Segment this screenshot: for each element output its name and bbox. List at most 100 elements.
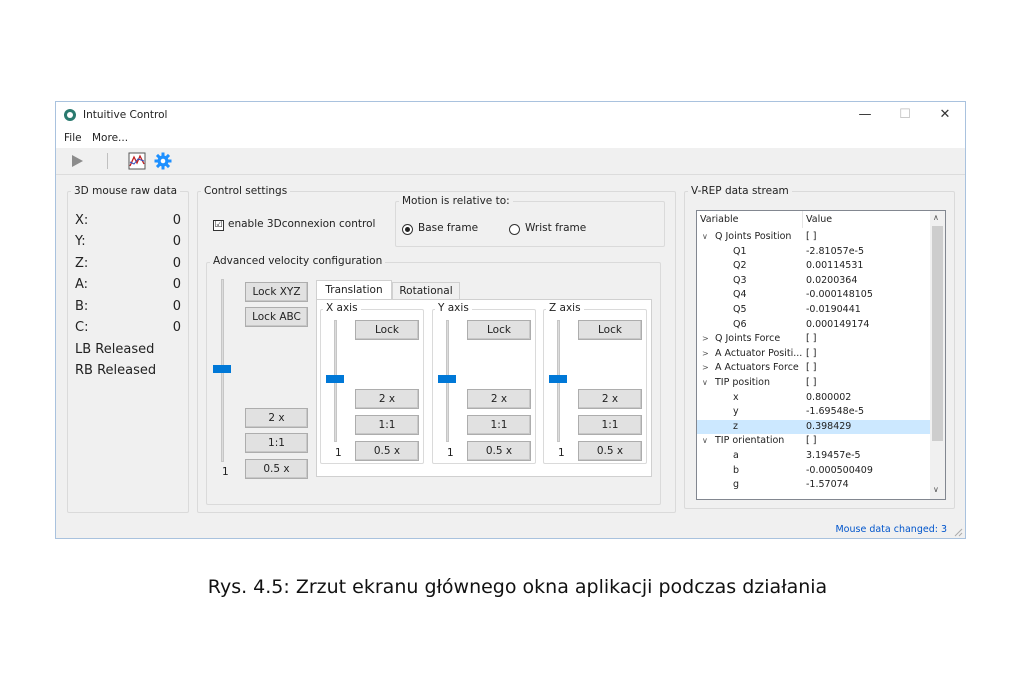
chevron-down-icon[interactable]: ∨ xyxy=(702,230,708,245)
main-2x-button[interactable]: 2 x xyxy=(245,408,308,428)
tree-row[interactable]: a 3.19457e-5 xyxy=(697,449,930,464)
tree-row[interactable]: g -1.57074 xyxy=(697,478,930,493)
chevron-right-icon[interactable]: > xyxy=(702,332,709,347)
chart-icon[interactable] xyxy=(128,152,146,170)
tab-rotational[interactable]: Rotational xyxy=(392,282,460,300)
tree-value: -1.57074 xyxy=(806,479,849,491)
main-velocity-slider-handle[interactable] xyxy=(213,365,231,373)
control-settings-title: Control settings xyxy=(201,185,291,197)
tree-row[interactable]: > A Actuators Force [ ] xyxy=(697,361,930,376)
z-axis-slider-label: 1 xyxy=(558,447,565,459)
tree-value: -0.000148105 xyxy=(806,289,873,301)
lock-abc-button[interactable]: Lock ABC xyxy=(245,307,308,327)
menu-more[interactable]: More... xyxy=(92,132,128,144)
main-1to1-button[interactable]: 1:1 xyxy=(245,433,308,453)
tree-scrollbar[interactable]: ∧ ∨ xyxy=(930,211,945,499)
menu-file[interactable]: File xyxy=(64,132,82,144)
scroll-down-icon[interactable]: ∨ xyxy=(933,485,939,494)
tree-row[interactable]: Q6 0.000149174 xyxy=(697,318,930,333)
raw-value: 0 xyxy=(172,299,181,314)
y-axis-slider-handle[interactable] xyxy=(438,375,456,383)
main-05x-button[interactable]: 0.5 x xyxy=(245,459,308,479)
tree-value: 0.0200364 xyxy=(806,274,858,286)
chevron-down-icon[interactable]: ∨ xyxy=(702,434,708,449)
tree-variable: Q1 xyxy=(733,245,747,257)
scroll-up-icon[interactable]: ∧ xyxy=(933,213,939,222)
tree-value: -0.000500409 xyxy=(806,464,873,476)
raw-row-z: Z: 0 xyxy=(75,256,181,271)
play-icon[interactable] xyxy=(70,153,84,169)
tree-row[interactable]: y -1.69548e-5 xyxy=(697,405,930,420)
app-logo-icon xyxy=(64,109,76,121)
z-axis-2x-button[interactable]: 2 x xyxy=(578,389,642,409)
tree-value: [ ] xyxy=(806,333,817,345)
maximize-button[interactable]: ☐ xyxy=(890,106,920,124)
tree-variable: TIP position xyxy=(715,377,770,388)
tree-row[interactable]: Q3 0.0200364 xyxy=(697,274,930,289)
column-header-variable[interactable]: Variable xyxy=(700,213,738,228)
toolbar-separator xyxy=(107,153,108,169)
chevron-right-icon[interactable]: > xyxy=(702,361,709,376)
raw-label: Y: xyxy=(75,234,86,249)
z-axis-lock-button[interactable]: Lock xyxy=(578,320,642,340)
close-button[interactable]: ✕ xyxy=(930,106,960,124)
enable-control-checkbox[interactable]: ☑ xyxy=(213,220,224,231)
base-frame-label: Base frame xyxy=(418,222,479,234)
advanced-velocity-title: Advanced velocity configuration xyxy=(210,255,386,267)
x-axis-05x-button[interactable]: 0.5 x xyxy=(355,441,419,461)
tree-variable: b xyxy=(733,464,740,476)
tree-variable: Q Joints Position xyxy=(715,231,792,242)
y-axis-2x-button[interactable]: 2 x xyxy=(467,389,531,409)
y-axis-05x-button[interactable]: 0.5 x xyxy=(467,441,531,461)
tree-row[interactable]: x 0.800002 xyxy=(697,391,930,406)
tree-variable: A Actuators Force xyxy=(715,362,799,374)
raw-data-title: 3D mouse raw data xyxy=(71,185,181,197)
y-axis-1to1-button[interactable]: 1:1 xyxy=(467,415,531,435)
minimize-button[interactable]: — xyxy=(850,106,880,124)
raw-row-y: Y: 0 xyxy=(75,234,181,249)
tree-row[interactable]: ∨ TIP orientation [ ] xyxy=(697,434,930,449)
tree-row[interactable]: Q4 -0.000148105 xyxy=(697,288,930,303)
z-axis-1to1-button[interactable]: 1:1 xyxy=(578,415,642,435)
tree-row[interactable]: > Q Joints Force [ ] xyxy=(697,332,930,347)
z-axis-slider-handle[interactable] xyxy=(549,375,567,383)
tree-row[interactable]: Q2 0.00114531 xyxy=(697,259,930,274)
application-window: Intuitive Control — ☐ ✕ File More... 3D … xyxy=(55,101,966,539)
title-bar[interactable]: Intuitive Control — ☐ ✕ xyxy=(56,102,965,128)
lock-xyz-button[interactable]: Lock XYZ xyxy=(245,282,308,302)
chevron-right-icon[interactable]: > xyxy=(702,347,709,362)
z-axis-title: Z axis xyxy=(546,302,584,314)
x-axis-2x-button[interactable]: 2 x xyxy=(355,389,419,409)
resize-grip-icon[interactable] xyxy=(953,527,963,537)
tree-row[interactable]: ∨ Q Joints Position [ ] xyxy=(697,230,930,245)
lb-status: LB Released xyxy=(75,342,155,357)
wrist-frame-radio[interactable] xyxy=(509,224,520,235)
tree-row[interactable]: ∨ TIP position [ ] xyxy=(697,376,930,391)
scroll-thumb[interactable] xyxy=(932,226,943,441)
column-divider xyxy=(802,211,803,228)
figure-caption: Rys. 4.5: Zrzut ekranu głównego okna apl… xyxy=(207,576,828,598)
tree-row[interactable]: Q5 -0.0190441 xyxy=(697,303,930,318)
tree-row[interactable]: z 0.398429 xyxy=(697,419,930,435)
z-axis-05x-button[interactable]: 0.5 x xyxy=(578,441,642,461)
raw-row-c: C: 0 xyxy=(75,320,181,335)
x-axis-slider-handle[interactable] xyxy=(326,375,344,383)
raw-row-b: B: 0 xyxy=(75,299,181,314)
chevron-down-icon[interactable]: ∨ xyxy=(702,376,708,391)
x-axis-lock-button[interactable]: Lock xyxy=(355,320,419,340)
tree-variable: Q6 xyxy=(733,318,747,330)
x-axis-1to1-button[interactable]: 1:1 xyxy=(355,415,419,435)
motion-relative-title: Motion is relative to: xyxy=(399,195,513,207)
tree-row[interactable]: > A Actuator Positi...[ ] xyxy=(697,347,930,362)
column-header-value[interactable]: Value xyxy=(806,213,832,228)
tree-row[interactable]: Q1 -2.81057e-5 xyxy=(697,245,930,260)
base-frame-radio[interactable] xyxy=(402,224,413,235)
vrep-data-tree[interactable]: Variable Value ∨ Q Joints Position [ ] Q1 -2… xyxy=(696,210,946,500)
raw-label: B: xyxy=(75,299,89,314)
gear-icon[interactable] xyxy=(154,152,172,170)
tree-row[interactable]: b -0.000500409 xyxy=(697,464,930,479)
enable-control-label: enable 3Dconnexion control xyxy=(228,218,376,230)
y-axis-lock-button[interactable]: Lock xyxy=(467,320,531,340)
tab-translation[interactable]: Translation xyxy=(316,280,392,300)
toolbar xyxy=(56,148,965,175)
